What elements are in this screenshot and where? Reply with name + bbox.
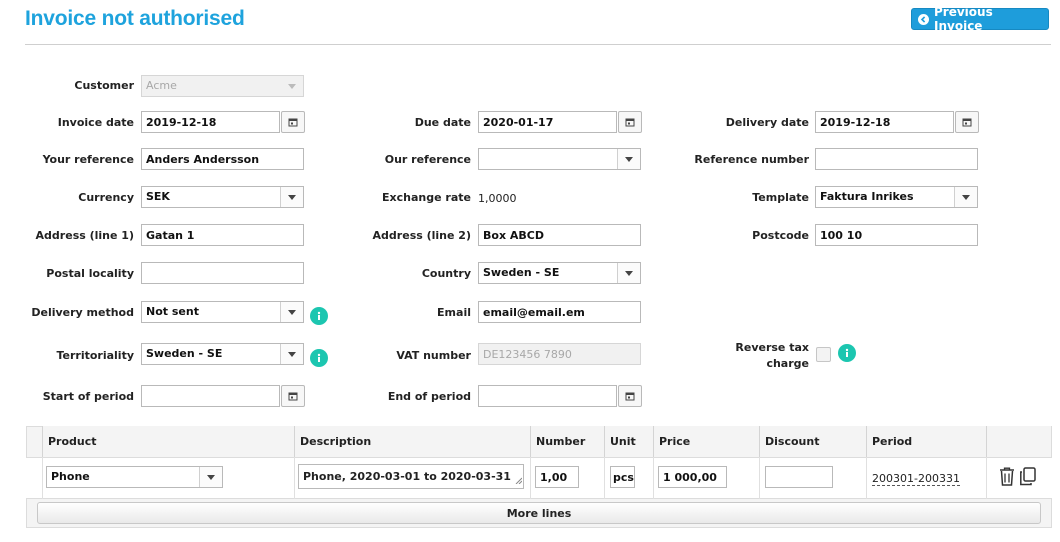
chevron-down-icon [199,467,222,487]
more-lines-button[interactable]: More lines [37,502,1041,524]
invoice-date-label: Invoice date [57,116,134,129]
number-input[interactable]: 1,00 [535,466,579,488]
your-reference-label: Your reference [42,153,134,166]
our-reference-label: Our reference [384,153,471,166]
reverse-tax-checkbox[interactable] [816,347,831,362]
column-divider [986,457,987,499]
column-header-price: Price [653,426,759,457]
territoriality-select[interactable]: Sweden - SE [141,343,304,365]
currency-select[interactable]: SEK [141,186,304,208]
delivery-date-input[interactable]: 2019-12-18 [815,111,954,133]
address2-label: Address (line 2) [372,229,471,242]
discount-input[interactable] [765,466,833,488]
column-header-product: Product [42,426,294,457]
start-period-label: Start of period [42,390,134,403]
chevron-down-icon [617,149,640,169]
delivery-date-label: Delivery date [725,116,809,129]
chevron-down-icon [280,302,303,322]
delivery-method-select[interactable]: Not sent [141,301,304,323]
address1-label: Address (line 1) [35,229,134,242]
email-input[interactable]: email@email.em [478,301,641,323]
country-label: Country [421,267,471,280]
exchange-rate-label: Exchange rate [382,191,471,204]
page-title: Invoice not authorised [25,7,245,30]
chevron-down-icon [280,187,303,207]
info-icon[interactable] [310,307,328,325]
reference-number-label: Reference number [694,153,809,166]
postcode-input[interactable]: 100 10 [815,224,978,246]
column-divider [866,457,867,499]
column-divider [42,457,43,499]
territoriality-label: Territoriality [56,349,134,362]
template-label: Template [752,191,809,204]
previous-invoice-label: Previous Invoice [934,5,993,33]
reverse-tax-label: Reverse tax charge [735,341,809,370]
currency-label: Currency [78,191,134,204]
vat-number-label: VAT number [396,349,471,362]
column-divider [604,457,605,499]
postal-locality-label: Postal locality [46,267,134,280]
description-textarea[interactable]: Phone, 2020-03-01 to 2020-03-31 [298,464,524,489]
reference-number-input[interactable] [815,148,978,170]
column-header-discount: Discount [759,426,866,457]
your-reference-input[interactable]: Anders Andersson [141,148,304,170]
trash-icon[interactable] [999,467,1015,489]
period-link[interactable]: 200301-200331 [872,472,960,486]
exchange-rate-value: 1,0000 [478,192,517,205]
info-icon[interactable] [310,349,328,367]
customer-select[interactable]: Acme [141,75,304,97]
calendar-icon[interactable] [955,111,979,133]
column-divider [294,457,295,499]
due-date-label: Due date [414,116,471,129]
vat-number-input[interactable]: DE123456 7890 [478,343,641,365]
column-divider [759,457,760,499]
price-input[interactable]: 1 000,00 [658,466,727,488]
calendar-icon[interactable] [618,385,642,407]
customer-label: Customer [74,79,134,92]
copy-icon[interactable] [1019,467,1037,489]
calendar-icon[interactable] [281,111,305,133]
email-label: Email [437,306,471,319]
unit-input[interactable]: pcs [610,466,635,488]
column-header-description: Description [294,426,530,457]
chevron-left-circle-icon [918,13,929,25]
end-period-label: End of period [387,390,471,403]
product-select[interactable]: Phone [46,466,223,488]
column-header-period: Period [866,426,986,457]
column-header-number: Number [530,426,604,457]
column-header-actions [986,426,1051,457]
invoice-date-input[interactable]: 2019-12-18 [141,111,280,133]
info-icon[interactable] [838,344,856,362]
template-select[interactable]: Faktura Inrikes [815,186,978,208]
address1-input[interactable]: Gatan 1 [141,224,304,246]
chevron-down-icon [281,76,303,96]
end-period-input[interactable] [478,385,617,407]
previous-invoice-button[interactable]: Previous Invoice [911,5,1049,33]
chevron-down-icon [280,344,303,364]
start-period-input[interactable] [141,385,280,407]
column-header-unit: Unit [604,426,653,457]
chevron-down-icon [954,187,977,207]
delivery-method-label: Delivery method [31,306,134,319]
postal-locality-input[interactable] [141,262,304,284]
column-divider [530,457,531,499]
calendar-icon[interactable] [618,111,642,133]
calendar-icon[interactable] [281,385,305,407]
chevron-down-icon [617,263,640,283]
resize-grip-icon[interactable] [515,474,523,487]
our-reference-select[interactable] [478,148,641,170]
postcode-label: Postcode [752,229,809,242]
column-divider [653,457,654,499]
country-select[interactable]: Sweden - SE [478,262,641,284]
due-date-input[interactable]: 2020-01-17 [478,111,617,133]
header-divider [25,44,1051,45]
address2-input[interactable]: Box ABCD [478,224,641,246]
